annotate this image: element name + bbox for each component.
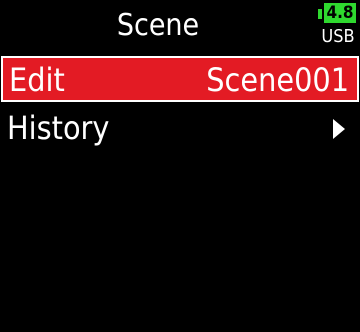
chevron-right-icon xyxy=(333,119,345,139)
menu-item-value: Scene001 xyxy=(206,61,349,99)
battery-indicator: 4.8 USB xyxy=(318,3,358,51)
power-source-label: USB xyxy=(321,26,355,47)
menu-item-label: Edit xyxy=(9,61,65,99)
menu-item-edit[interactable]: Edit Scene001 xyxy=(1,56,359,102)
header: Scene 4.8 USB xyxy=(0,0,360,54)
menu-list: Edit Scene001 History xyxy=(0,56,360,156)
battery-terminal-icon xyxy=(318,9,322,19)
device-screen: Scene 4.8 USB Edit Scene001 History xyxy=(0,0,360,332)
menu-item-history[interactable]: History xyxy=(1,106,359,152)
battery-level: 4.8 xyxy=(324,3,356,23)
page-title: Scene xyxy=(116,8,200,43)
menu-item-label: History xyxy=(7,109,110,147)
